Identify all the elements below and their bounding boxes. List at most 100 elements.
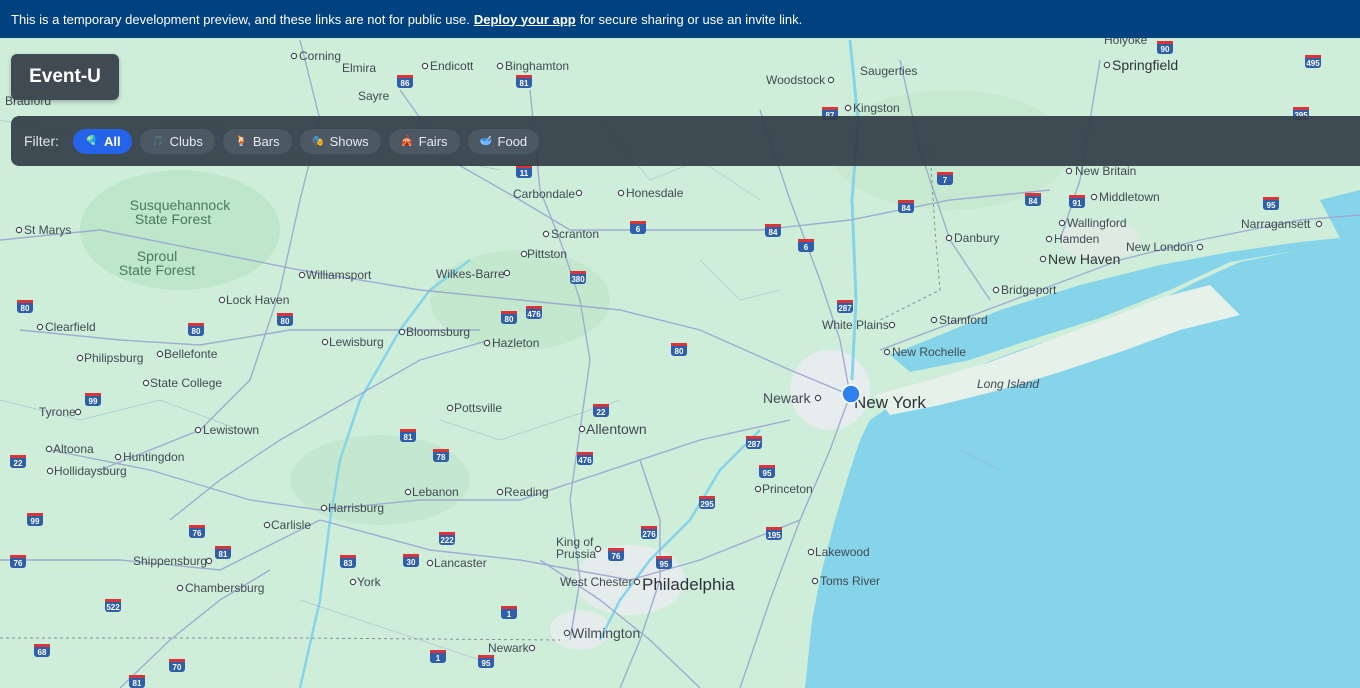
highway-shield: 22 <box>593 404 609 417</box>
filter-chip-shows[interactable]: 🎭 Shows <box>299 128 381 154</box>
highway-shield: 476 <box>526 306 542 319</box>
banner-text-after: for secure sharing or use an invite link… <box>579 11 803 27</box>
highway-number: 222 <box>440 536 454 545</box>
highway-shield: 99 <box>27 513 43 526</box>
highway-number: 80 <box>675 347 684 356</box>
city-label: Lebanon <box>412 485 459 499</box>
highway-shield: 7 <box>937 172 953 185</box>
highway-shield: 30 <box>403 554 419 567</box>
highway-shield: 80 <box>188 323 204 336</box>
city-label: Springfield <box>1112 57 1178 73</box>
highway-shield: 78 <box>433 449 449 462</box>
highway-number: 276 <box>642 530 656 539</box>
city-label: Bloomsburg <box>406 325 470 339</box>
highway-shield: 84 <box>765 224 781 237</box>
music-note-icon: 🎵 <box>151 135 165 147</box>
globe-icon: 🌏 <box>86 135 99 147</box>
highway-number: 80 <box>281 317 290 326</box>
city-label: West Chester <box>560 575 632 589</box>
highway-shield: 80 <box>671 343 687 356</box>
city-label: Lakewood <box>815 545 870 559</box>
city-label: St Marys <box>24 223 71 237</box>
filter-chip-fairs[interactable]: 🎪 Fairs <box>388 128 460 154</box>
highway-shield: 81 <box>129 675 145 688</box>
highway-number: 78 <box>437 453 446 462</box>
chip-label: Bars <box>252 133 280 149</box>
highway-shield: 84 <box>898 200 914 213</box>
highway-number: 81 <box>133 679 142 688</box>
city-label: New Rochelle <box>892 345 966 359</box>
highway-number: 80 <box>505 315 514 324</box>
highway-shield: 95 <box>656 556 672 569</box>
filter-chip-bars[interactable]: 🍹 Bars <box>222 128 292 154</box>
highway-number: 81 <box>219 550 228 559</box>
banner-text: This is a temporary development preview,… <box>11 11 470 27</box>
highway-number: 76 <box>612 552 621 561</box>
highway-shield: 68 <box>34 644 50 657</box>
city-label: Corning <box>299 49 341 63</box>
highway-number: 90 <box>1161 45 1170 54</box>
highway-number: 99 <box>89 397 98 406</box>
highway-number: 522 <box>106 603 120 612</box>
city-label: Lewisburg <box>329 335 384 349</box>
highway-number: 84 <box>1029 197 1038 206</box>
city-label: Allentown <box>586 421 647 437</box>
city-label: Princeton <box>762 482 813 496</box>
city-label: Endicott <box>430 59 474 73</box>
filter-chip-food[interactable]: 🥣 Food <box>467 128 540 154</box>
app-logo[interactable]: Event-U <box>11 54 119 100</box>
city-label: Carbondale <box>513 187 575 201</box>
highway-number: 95 <box>1267 201 1276 210</box>
city-label: State College <box>150 376 222 390</box>
city-label: Shippensburg <box>133 554 207 568</box>
chip-label: Fairs <box>418 133 448 149</box>
city-label: Hamden <box>1054 232 1099 246</box>
highway-shield: 476 <box>577 452 593 465</box>
highway-shield: 76 <box>189 525 205 538</box>
filter-chip-clubs[interactable]: 🎵 Clubs <box>139 128 215 154</box>
city-label: Holyoke <box>1104 38 1148 47</box>
city-label: Altoona <box>53 442 94 456</box>
deploy-app-link[interactable]: Deploy your app <box>474 12 576 27</box>
city-label: Carlisle <box>271 518 311 532</box>
highway-shield: 1 <box>430 650 446 663</box>
highway-shield: 495 <box>1305 55 1321 68</box>
highway-number: 495 <box>1306 59 1320 68</box>
highway-shield: 83 <box>340 555 356 568</box>
highway-number: 22 <box>597 408 606 417</box>
current-location-marker[interactable] <box>841 384 861 404</box>
city-label: Toms River <box>820 574 880 588</box>
highway-number: 99 <box>31 517 40 526</box>
city-label: Chambersburg <box>185 581 264 595</box>
highway-shield: 81 <box>400 429 416 442</box>
highway-number: 11 <box>520 169 529 178</box>
filter-chip-all[interactable]: 🌏 All <box>73 128 132 154</box>
highway-number: 76 <box>14 559 23 568</box>
city-label: New Britain <box>1075 164 1136 178</box>
city-label: Reading <box>504 485 549 499</box>
city-label: Wilmington <box>571 625 640 641</box>
city-label: Lewistown <box>203 423 259 437</box>
highway-number: 83 <box>344 559 353 568</box>
city-label: Prussia <box>556 547 596 561</box>
theater-masks-icon: 🎭 <box>311 135 325 147</box>
region-label: State Forest <box>135 211 211 227</box>
city-label: Bellefonte <box>164 347 218 361</box>
city-label: Narragansett <box>1241 217 1311 231</box>
bowl-icon: 🥣 <box>479 135 493 147</box>
city-label: Stamford <box>939 313 988 327</box>
highway-shield: 76 <box>608 548 624 561</box>
city-label: Wallingford <box>1067 216 1127 230</box>
highway-shield: 81 <box>215 546 231 559</box>
highway-number: 6 <box>804 243 809 252</box>
city-label: Pittston <box>527 247 567 261</box>
highway-number: 30 <box>407 558 416 567</box>
filter-label: Filter: <box>24 133 59 149</box>
highway-number: 287 <box>838 304 852 313</box>
highway-shield: 295 <box>699 496 715 509</box>
highway-number: 1 <box>436 654 441 663</box>
highway-shield: 380 <box>570 271 586 284</box>
highway-shield: 95 <box>478 655 494 668</box>
highway-number: 1 <box>507 610 512 619</box>
highway-shield: 81 <box>516 75 532 88</box>
